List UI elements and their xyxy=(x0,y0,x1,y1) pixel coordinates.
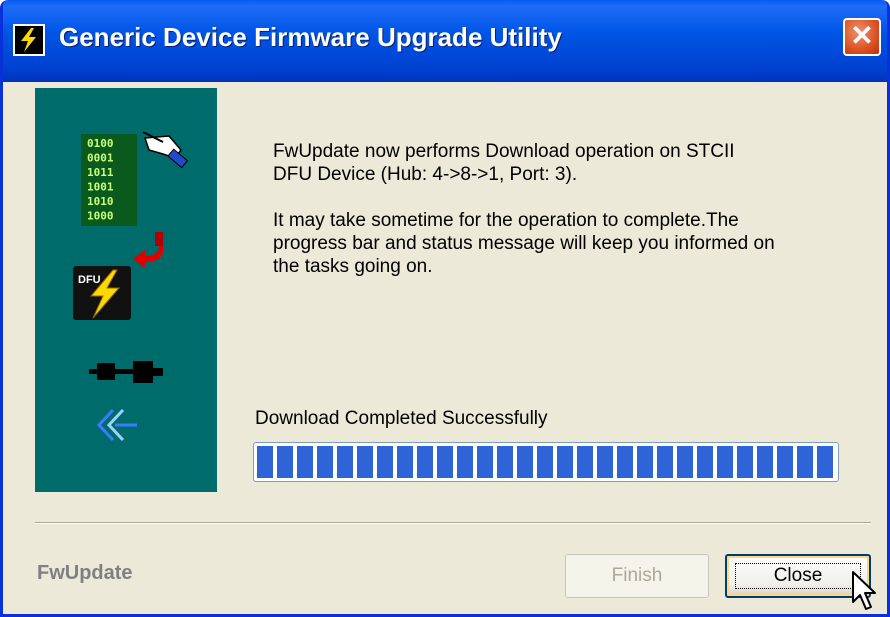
dfu-app-icon xyxy=(13,24,45,56)
mouse-cursor-icon xyxy=(852,571,876,610)
title-close-button[interactable]: ✕ xyxy=(843,18,881,56)
binary-line: 0100 xyxy=(87,137,114,150)
close-button-label: Close xyxy=(773,565,823,586)
title-bar[interactable]: Generic Device Firmware Upgrade Utility … xyxy=(3,0,887,82)
dfu-utility-window: Generic Device Firmware Upgrade Utility … xyxy=(0,0,890,617)
red-arrow-icon xyxy=(133,232,164,268)
status-text: Download Completed Successfully xyxy=(255,408,548,429)
window-title: Generic Device Firmware Upgrade Utility xyxy=(59,22,562,52)
binary-line: 1011 xyxy=(87,166,114,179)
finish-button[interactable]: Finish xyxy=(565,554,709,598)
binary-line: 1010 xyxy=(87,195,114,208)
dfu-chip-icon: DFU xyxy=(73,266,131,320)
usb-icon xyxy=(89,361,163,383)
binary-line: 1000 xyxy=(87,210,114,223)
progress-fill xyxy=(257,446,835,478)
message-paragraph-2: It may take sometime for the operation t… xyxy=(273,210,775,277)
chip-label: DFU xyxy=(78,274,101,286)
hand-pen-icon xyxy=(142,131,189,169)
info-message: FwUpdate now performs Download operation… xyxy=(273,140,833,301)
binary-data-icon: 0100 00011011 10011010 1000 xyxy=(81,134,137,226)
progress-bar xyxy=(253,442,839,482)
binary-line: 0001 xyxy=(87,152,114,165)
back-arrow-icon xyxy=(96,408,137,442)
footer-separator-highlight xyxy=(35,523,871,524)
close-button[interactable]: Close xyxy=(725,554,871,598)
brand-label: FwUpdate xyxy=(37,562,133,584)
message-paragraph-1: FwUpdate now performs Download operation… xyxy=(273,141,735,185)
side-panel: 0100 0001 1011 1001 1010 1000 DFU xyxy=(35,88,217,492)
binary-line: 1001 xyxy=(87,181,114,194)
